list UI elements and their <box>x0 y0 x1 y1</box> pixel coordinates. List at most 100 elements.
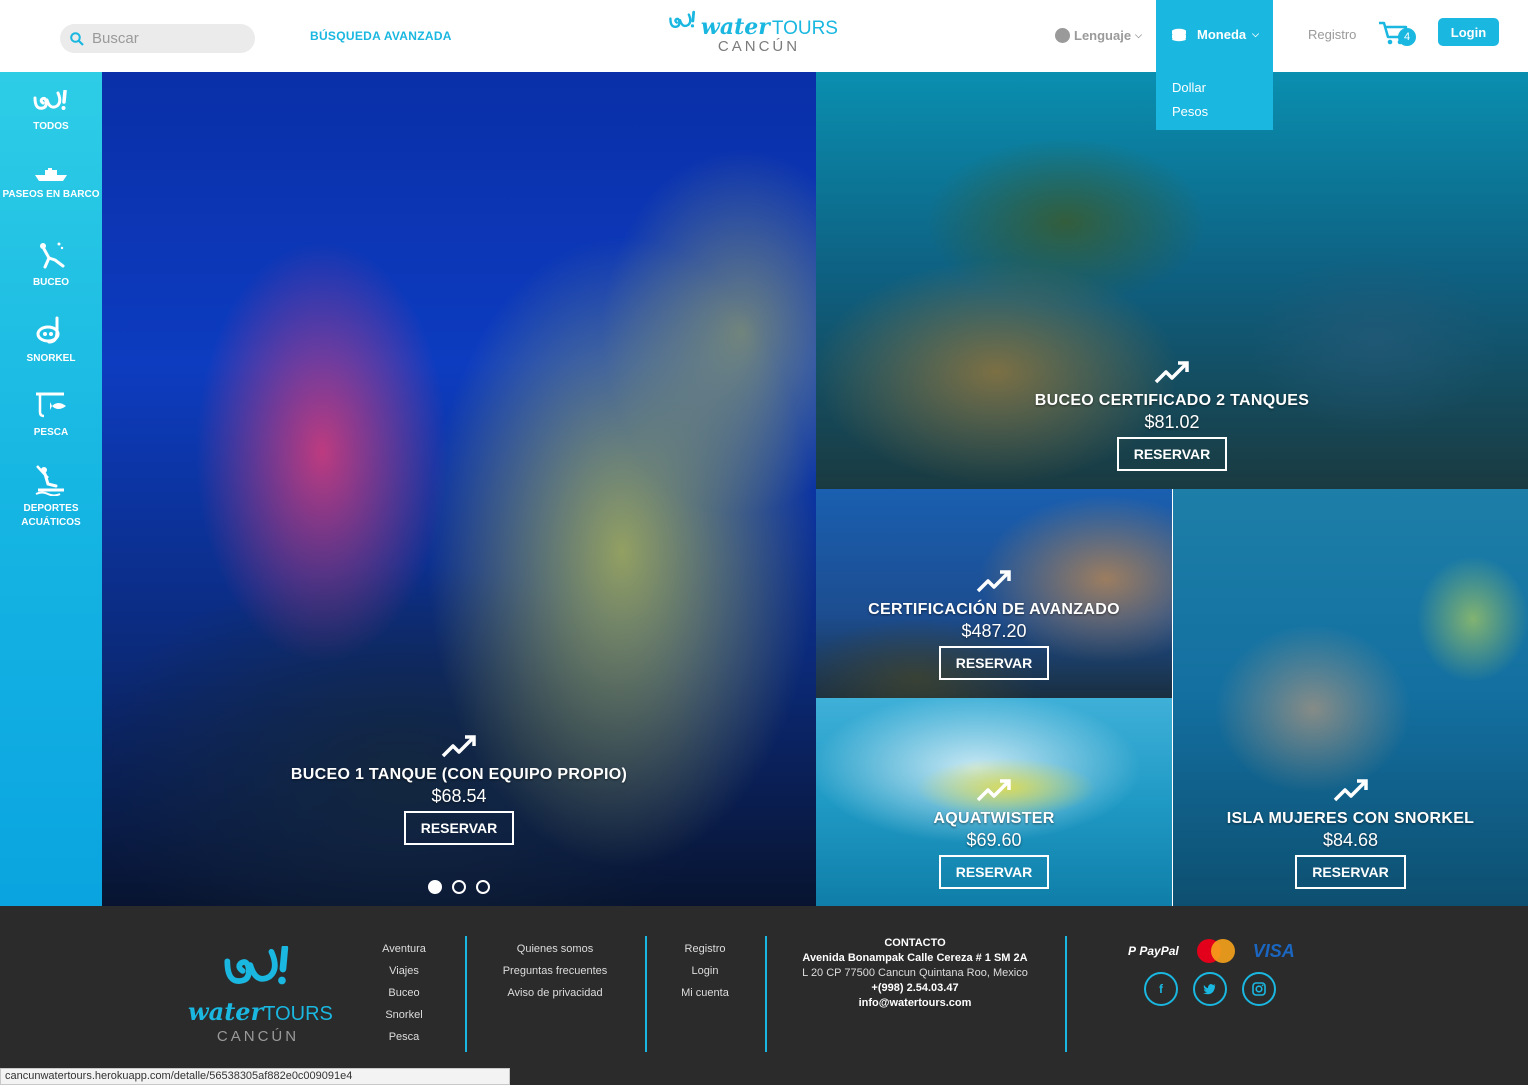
site-footer: waterTOURS CANCÚN Aventura Viajes Buceo … <box>0 906 1528 1085</box>
carousel-dot-3[interactable] <box>476 880 490 894</box>
category-label: TODOS <box>33 121 69 132</box>
payment-methods: P PayPal VISA <box>1128 938 1295 964</box>
instagram-icon[interactable] <box>1242 972 1276 1006</box>
cart-button[interactable]: 4 <box>1378 20 1418 48</box>
footer-link-mi-cuenta[interactable]: Mi cuenta <box>665 982 745 1004</box>
reservar-button[interactable]: RESERVAR <box>938 646 1050 680</box>
footer-link-buceo[interactable]: Buceo <box>364 982 444 1004</box>
register-link[interactable]: Registro <box>1308 27 1356 42</box>
category-snorkel[interactable]: SNORKEL <box>0 314 102 366</box>
footer-link-snorkel[interactable]: Snorkel <box>364 1004 444 1026</box>
featured-tour-tile-main[interactable]: BUCEO 1 TANQUE (CON EQUIPO PROPIO) $68.5… <box>102 72 816 906</box>
reservar-button[interactable]: RESERVAR <box>1116 437 1228 471</box>
category-sidebar: TODOS PASEOS EN BARCO BUCEO SNORKEL PESC… <box>0 72 102 906</box>
trending-icon <box>1154 361 1189 384</box>
watertours-icon <box>33 90 67 110</box>
tour-name: AQUATWISTER <box>933 810 1055 827</box>
contact-address-1: Avenida Bonampak Calle Cereza # 1 SM 2A <box>802 952 1028 964</box>
footer-link-registro[interactable]: Registro <box>665 938 745 960</box>
currency-option-pesos[interactable]: Pesos <box>1172 104 1208 119</box>
footer-separator <box>645 936 647 1052</box>
site-logo[interactable]: water TOURS CANCÚN <box>668 8 838 60</box>
carousel-dots <box>428 880 490 894</box>
carousel-dot-1[interactable] <box>428 880 442 894</box>
footer-contact: CONTACTO Avenida Bonampak Calle Cereza #… <box>790 936 1040 1011</box>
logo-city-text: CANCÚN <box>717 38 801 55</box>
tour-price: $69.60 <box>966 830 1022 850</box>
login-button[interactable]: Login <box>1438 18 1499 46</box>
social-links: f <box>1144 972 1276 1006</box>
footer-separator <box>1065 936 1067 1052</box>
fishing-icon <box>36 392 66 418</box>
currency-option-dollar[interactable]: Dollar <box>1172 80 1206 95</box>
language-selector[interactable]: Lenguaje ⌵ <box>1055 28 1142 43</box>
trending-icon <box>976 570 1011 593</box>
carousel-dot-2[interactable] <box>452 880 466 894</box>
featured-tour-tile-3[interactable]: CERTIFICACIÓN DE AVANZADO $487.20 RESERV… <box>816 489 1172 698</box>
tour-name: CERTIFICACIÓN DE AVANZADO <box>868 601 1120 618</box>
category-paseos-en-barco[interactable]: PASEOS EN BARCO <box>0 168 102 202</box>
currency-button[interactable]: Moneda ⌵ <box>1171 27 1259 42</box>
tour-price: $84.68 <box>1322 830 1379 850</box>
contact-title: CONTACTO <box>884 937 946 949</box>
featured-tour-tile-2[interactable]: BUCEO CERTIFICADO 2 TANQUES $81.02 RESER… <box>816 72 1528 489</box>
chevron-down-icon: ⌵ <box>1135 30 1142 40</box>
footer-link-viajes[interactable]: Viajes <box>364 960 444 982</box>
category-buceo[interactable]: BUCEO <box>0 240 102 290</box>
tile-divider <box>1172 489 1173 906</box>
featured-tour-tile-4[interactable]: AQUATWISTER $69.60 RESERVAR <box>816 698 1172 906</box>
tour-price: $81.02 <box>1144 412 1200 432</box>
category-todos[interactable]: TODOS <box>0 90 102 134</box>
featured-tour-tile-5[interactable]: ISLA MUJERES CON SNORKEL $84.68 RESERVAR <box>1173 489 1528 906</box>
boat-icon <box>35 168 67 181</box>
footer-logo[interactable]: waterTOURS CANCÚN <box>188 944 333 1045</box>
watertours-logo-icon <box>669 10 696 29</box>
cart-count-badge: 4 <box>1398 28 1416 46</box>
currency-label: Moneda <box>1197 27 1247 42</box>
category-label: BUCEO <box>32 277 70 288</box>
contact-email[interactable]: info@watertours.com <box>790 996 1040 1011</box>
footer-logo-water: water <box>188 997 264 1026</box>
category-deportes-acuaticos[interactable]: DEPORTES ACUÁTICOS <box>0 464 102 530</box>
tour-price: $68.54 <box>431 786 487 806</box>
currency-dropdown[interactable]: Moneda ⌵ Dollar Pesos <box>1156 0 1273 130</box>
search-box[interactable] <box>60 24 255 53</box>
footer-info: Quienes somos Preguntas frecuentes Aviso… <box>485 938 625 1004</box>
twitter-icon[interactable] <box>1193 972 1227 1006</box>
reservar-button[interactable]: RESERVAR <box>1295 855 1406 889</box>
watertours-logo-icon <box>224 944 289 985</box>
tour-name: BUCEO CERTIFICADO 2 TANQUES <box>1034 392 1310 409</box>
footer-link-aventura[interactable]: Aventura <box>364 938 444 960</box>
trending-icon <box>976 779 1011 802</box>
advanced-search-link[interactable]: BÚSQUEDA AVANZADA <box>310 29 452 43</box>
category-label: SNORKEL <box>26 353 76 364</box>
reservar-button[interactable]: RESERVAR <box>403 811 515 845</box>
contact-phone[interactable]: +(998) 2.54.03.47 <box>790 981 1040 996</box>
footer-categories: Aventura Viajes Buceo Snorkel Pesca <box>364 938 444 1048</box>
globe-icon <box>1055 28 1070 43</box>
footer-link-login[interactable]: Login <box>665 960 745 982</box>
footer-link-faq[interactable]: Preguntas frecuentes <box>485 960 625 982</box>
facebook-icon[interactable]: f <box>1144 972 1178 1006</box>
footer-link-quienes-somos[interactable]: Quienes somos <box>485 938 625 960</box>
logo-water-text: water <box>700 14 770 40</box>
category-label: PESCA <box>33 427 69 438</box>
reservar-button[interactable]: RESERVAR <box>938 855 1050 889</box>
footer-account: Registro Login Mi cuenta <box>665 938 745 1004</box>
footer-link-privacidad[interactable]: Aviso de privacidad <box>485 982 625 1004</box>
footer-separator <box>765 936 767 1052</box>
trending-icon <box>1333 779 1368 802</box>
footer-logo-tours: TOURS <box>263 1003 333 1025</box>
tour-name: BUCEO 1 TANQUE (CON EQUIPO PROPIO) <box>290 766 628 783</box>
tour-price: $487.20 <box>961 621 1027 641</box>
water-sports-icon <box>35 465 64 496</box>
search-icon <box>70 31 84 46</box>
search-input[interactable] <box>92 30 242 47</box>
logo-tours-text: TOURS <box>771 18 838 39</box>
footer-link-pesca[interactable]: Pesca <box>364 1026 444 1048</box>
chevron-down-icon: ⌵ <box>1252 29 1259 39</box>
contact-address-2: L 20 CP 77500 Cancun Quintana Roo, Mexic… <box>802 967 1028 979</box>
language-label: Lenguaje <box>1074 28 1132 43</box>
category-pesca[interactable]: PESCA <box>0 390 102 440</box>
mastercard-logo <box>1196 939 1235 963</box>
